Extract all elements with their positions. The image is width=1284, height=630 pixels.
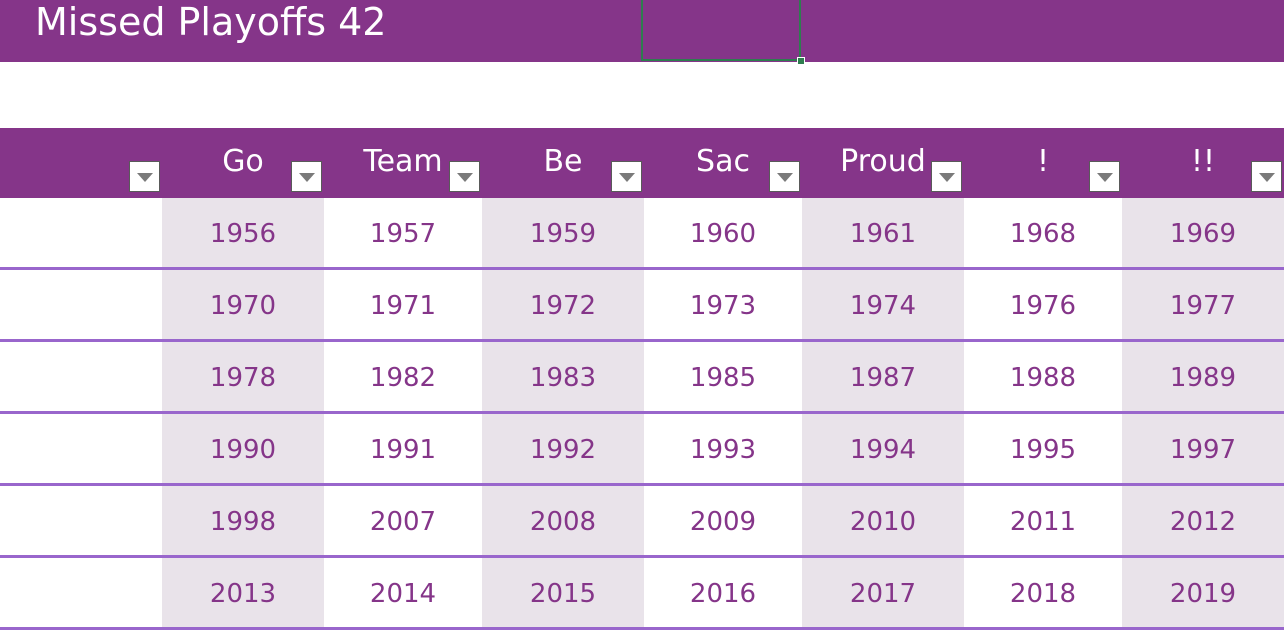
table-cell[interactable]: 1982 xyxy=(324,342,482,411)
table-cell[interactable]: 1972 xyxy=(482,270,644,339)
table-cell[interactable] xyxy=(0,342,162,411)
table-cell[interactable]: 1970 xyxy=(162,270,324,339)
title-bar: Missed Playoffs 42 xyxy=(0,0,1284,65)
table-cell[interactable]: 1992 xyxy=(482,414,644,483)
fill-handle[interactable] xyxy=(797,57,805,65)
selected-cell[interactable] xyxy=(641,0,801,61)
column-header-5[interactable]: Proud xyxy=(802,128,964,198)
filter-dropdown-icon[interactable] xyxy=(769,161,800,192)
table-cell[interactable]: 1977 xyxy=(1122,270,1284,339)
filter-dropdown-icon[interactable] xyxy=(129,161,160,192)
table-cell[interactable] xyxy=(0,486,162,555)
table-cell[interactable]: 2018 xyxy=(964,558,1122,627)
table-cell[interactable]: 1988 xyxy=(964,342,1122,411)
table-cell[interactable]: 2012 xyxy=(1122,486,1284,555)
table-cell[interactable]: 2008 xyxy=(482,486,644,555)
table-cell[interactable]: 2011 xyxy=(964,486,1122,555)
table-row: 1998 2007 2008 2009 2010 2011 2012 xyxy=(0,486,1284,558)
table-cell[interactable]: 1956 xyxy=(162,198,324,267)
table-cell[interactable]: 2015 xyxy=(482,558,644,627)
table-cell[interactable]: 1968 xyxy=(964,198,1122,267)
table-cell[interactable]: 1993 xyxy=(644,414,802,483)
table-cell[interactable]: 1990 xyxy=(162,414,324,483)
table-cell[interactable]: 1995 xyxy=(964,414,1122,483)
table-cell[interactable]: 1997 xyxy=(1122,414,1284,483)
sheet-title[interactable]: Missed Playoffs 42 xyxy=(35,0,386,44)
column-header-3[interactable]: Be xyxy=(482,128,644,198)
table-cell[interactable]: 1983 xyxy=(482,342,644,411)
table-cell[interactable]: 1957 xyxy=(324,198,482,267)
table-cell[interactable]: 2014 xyxy=(324,558,482,627)
filter-dropdown-icon[interactable] xyxy=(611,161,642,192)
table-cell[interactable]: 1976 xyxy=(964,270,1122,339)
table-cell[interactable]: 1973 xyxy=(644,270,802,339)
table-cell[interactable]: 1971 xyxy=(324,270,482,339)
table-cell[interactable]: 2009 xyxy=(644,486,802,555)
table-cell[interactable] xyxy=(0,558,162,627)
table-cell[interactable]: 2019 xyxy=(1122,558,1284,627)
table-cell[interactable]: 1974 xyxy=(802,270,964,339)
table-cell[interactable]: 1998 xyxy=(162,486,324,555)
table-cell[interactable]: 1991 xyxy=(324,414,482,483)
filter-dropdown-icon[interactable] xyxy=(1089,161,1120,192)
filter-dropdown-icon[interactable] xyxy=(449,161,480,192)
table-cell[interactable]: 2013 xyxy=(162,558,324,627)
table-cell[interactable]: 2007 xyxy=(324,486,482,555)
table-cell[interactable]: 1989 xyxy=(1122,342,1284,411)
table-row: 1970 1971 1972 1973 1974 1976 1977 xyxy=(0,270,1284,342)
filter-dropdown-icon[interactable] xyxy=(1251,161,1282,192)
table-cell[interactable]: 2017 xyxy=(802,558,964,627)
table-cell[interactable]: 1969 xyxy=(1122,198,1284,267)
table-cell[interactable]: 1961 xyxy=(802,198,964,267)
column-header-4[interactable]: Sac xyxy=(644,128,802,198)
table-cell[interactable]: 1960 xyxy=(644,198,802,267)
table-cell[interactable] xyxy=(0,198,162,267)
table-cell[interactable]: 2016 xyxy=(644,558,802,627)
table-row: 1978 1982 1983 1985 1987 1988 1989 xyxy=(0,342,1284,414)
column-header-2[interactable]: Team xyxy=(324,128,482,198)
column-header-0[interactable] xyxy=(0,128,162,198)
table-cell[interactable]: 2010 xyxy=(802,486,964,555)
column-header-1[interactable]: Go xyxy=(162,128,324,198)
filter-dropdown-icon[interactable] xyxy=(291,161,322,192)
table-cell[interactable] xyxy=(0,414,162,483)
table-cell[interactable] xyxy=(0,270,162,339)
table-cell[interactable]: 1959 xyxy=(482,198,644,267)
table-cell[interactable]: 1994 xyxy=(802,414,964,483)
table-header-row: Go Team Be Sac Proud!!! xyxy=(0,128,1284,198)
table-cell[interactable]: 1978 xyxy=(162,342,324,411)
table-row: 1956 1957 1959 1960 1961 1968 1969 xyxy=(0,198,1284,270)
table-cell[interactable]: 1985 xyxy=(644,342,802,411)
column-header-7[interactable]: !! xyxy=(1122,128,1284,198)
table-row: 1990 1991 1992 1993 1994 1995 1997 xyxy=(0,414,1284,486)
filter-dropdown-icon[interactable] xyxy=(931,161,962,192)
column-header-6[interactable]: ! xyxy=(964,128,1122,198)
table-row: 2013 2014 2015 2016 2017 2018 2019 xyxy=(0,558,1284,630)
table-cell[interactable]: 1987 xyxy=(802,342,964,411)
